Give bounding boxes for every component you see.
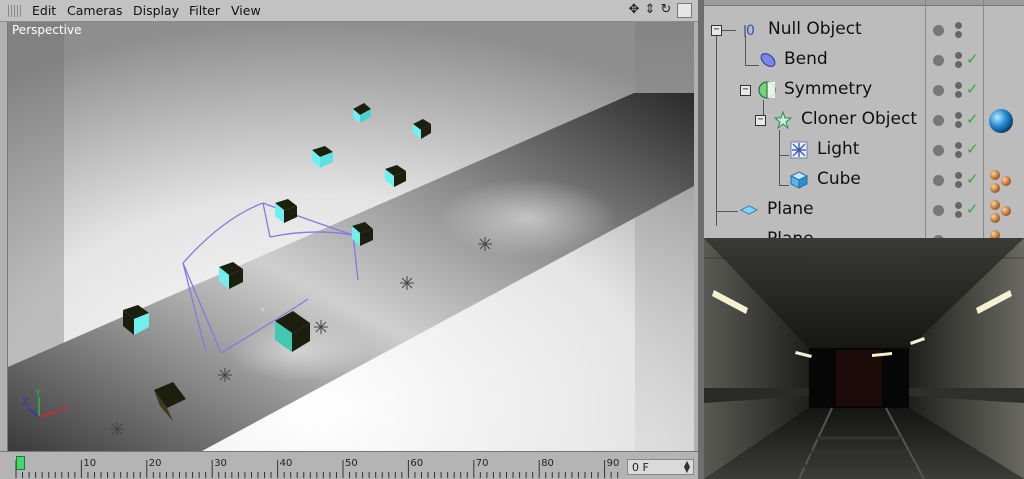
material-tag-icon[interactable] xyxy=(987,108,1015,134)
rotate-view-icon[interactable]: ↻ xyxy=(658,2,674,17)
axis-x-label: X xyxy=(60,404,67,415)
zoom-view-icon[interactable]: ⇕ xyxy=(642,2,658,17)
plane-icon xyxy=(740,205,758,215)
object-manager: − 0 Null Object Bend ✓ − Symmetry ✓ − Cl… xyxy=(704,0,1024,238)
object-row-plane[interactable]: Plane ✓ xyxy=(704,195,1024,225)
render-preview xyxy=(704,238,1024,479)
object-name[interactable]: Cloner Object xyxy=(801,109,917,129)
timeline-tick-label: 20 xyxy=(149,458,162,469)
object-row-null[interactable]: − 0 Null Object xyxy=(704,15,1024,45)
enabled-check-icon[interactable]: ✓ xyxy=(966,170,979,188)
frame-stepper-icon[interactable]: ▲ ▼ xyxy=(684,460,690,474)
current-frame-field[interactable]: 0 F ▲ ▼ xyxy=(627,459,694,475)
visibility-dots[interactable] xyxy=(933,22,965,38)
timeline-tick-label: 70 xyxy=(476,458,489,469)
texture-tag-icon[interactable] xyxy=(987,168,1015,194)
enabled-check-icon[interactable]: ✓ xyxy=(966,80,979,98)
enabled-check-icon[interactable]: ✓ xyxy=(966,140,979,158)
visibility-dots[interactable] xyxy=(933,82,965,98)
menu-display[interactable]: Display xyxy=(133,3,179,19)
timeline-tick-label: 60 xyxy=(410,458,423,469)
enabled-check-icon[interactable]: ✓ xyxy=(966,110,979,128)
viewport-camera-label[interactable]: Perspective xyxy=(12,23,82,37)
visibility-dots[interactable] xyxy=(933,52,965,68)
menu-cameras[interactable]: Cameras xyxy=(67,3,123,19)
object-row-cloner[interactable]: − Cloner Object ✓ xyxy=(704,105,1024,135)
visibility-dots[interactable] xyxy=(933,202,965,218)
symmetry-icon xyxy=(758,81,776,99)
timeline-ruler[interactable]: 0102030405060708090 xyxy=(14,454,622,478)
cube-icon xyxy=(790,171,808,189)
current-frame-value: 0 F xyxy=(632,461,649,474)
timeline-bar[interactable]: 0102030405060708090 0 F ▲▼ xyxy=(0,451,698,479)
object-name[interactable]: Plane xyxy=(767,229,814,238)
object-name[interactable]: Null Object xyxy=(768,19,862,39)
panel-grip-handle[interactable] xyxy=(8,5,22,17)
timeline-tick-label: 40 xyxy=(280,458,293,469)
object-row-symmetry[interactable]: − Symmetry ✓ xyxy=(704,75,1024,105)
timeline-tick-label: 50 xyxy=(345,458,358,469)
null-object-icon: 0 xyxy=(744,23,755,39)
timeline-tick-label: 30 xyxy=(214,458,227,469)
timeline-tick-label: 90 xyxy=(607,458,620,469)
object-name[interactable]: Bend xyxy=(784,49,828,69)
menu-view[interactable]: View xyxy=(231,3,261,19)
object-name[interactable]: Light xyxy=(817,139,859,159)
collapse-toggle-icon[interactable]: − xyxy=(711,25,722,36)
wall-plane-right xyxy=(635,22,694,451)
enabled-check-icon[interactable]: ✓ xyxy=(966,200,979,218)
viewport-left-border xyxy=(0,22,8,451)
axis-y-label: Y xyxy=(34,388,42,399)
timeline-tick-label: 80 xyxy=(541,458,554,469)
object-manager-header xyxy=(704,0,1024,6)
object-name[interactable]: Symmetry xyxy=(784,79,872,99)
object-name[interactable]: Plane xyxy=(767,199,814,219)
perspective-viewport[interactable]: Y X Z Perspective xyxy=(8,22,694,451)
cloner-icon xyxy=(774,111,792,129)
axis-z-label: Z xyxy=(22,397,29,408)
timeline-playhead[interactable] xyxy=(16,456,25,470)
bend-deformer-icon xyxy=(760,53,776,67)
collapse-toggle-icon[interactable]: − xyxy=(740,85,751,96)
object-name[interactable]: Cube xyxy=(817,169,861,189)
viewport-nav-icons: ✥ ⇕ ↻ xyxy=(626,2,674,20)
object-row-plane-2[interactable]: Plane xyxy=(704,225,1024,238)
viewport-menubar: Edit Cameras Display Filter View ✥ ⇕ ↻ xyxy=(0,0,698,22)
maximize-view-button[interactable] xyxy=(677,3,692,18)
visibility-dots[interactable] xyxy=(933,142,965,158)
timeline-tick-label: 10 xyxy=(83,458,96,469)
texture-tag-icon[interactable] xyxy=(987,228,1015,238)
visibility-dots[interactable] xyxy=(933,112,965,128)
menu-edit[interactable]: Edit xyxy=(32,3,56,19)
light-icon xyxy=(790,141,808,159)
menu-filter[interactable]: Filter xyxy=(189,3,220,19)
visibility-dots[interactable] xyxy=(933,172,965,188)
collapse-toggle-icon[interactable]: − xyxy=(755,115,766,126)
enabled-check-icon[interactable]: ✓ xyxy=(966,50,979,68)
object-row-bend[interactable]: Bend ✓ xyxy=(704,45,1024,75)
move-view-icon[interactable]: ✥ xyxy=(626,2,642,17)
svg-text:0: 0 xyxy=(746,23,755,39)
object-row-cube[interactable]: Cube ✓ xyxy=(704,165,1024,195)
texture-tag-icon[interactable] xyxy=(987,198,1015,224)
object-row-light[interactable]: Light ✓ xyxy=(704,135,1024,165)
viewport-panel: Edit Cameras Display Filter View ✥ ⇕ ↻ Y… xyxy=(0,0,698,479)
